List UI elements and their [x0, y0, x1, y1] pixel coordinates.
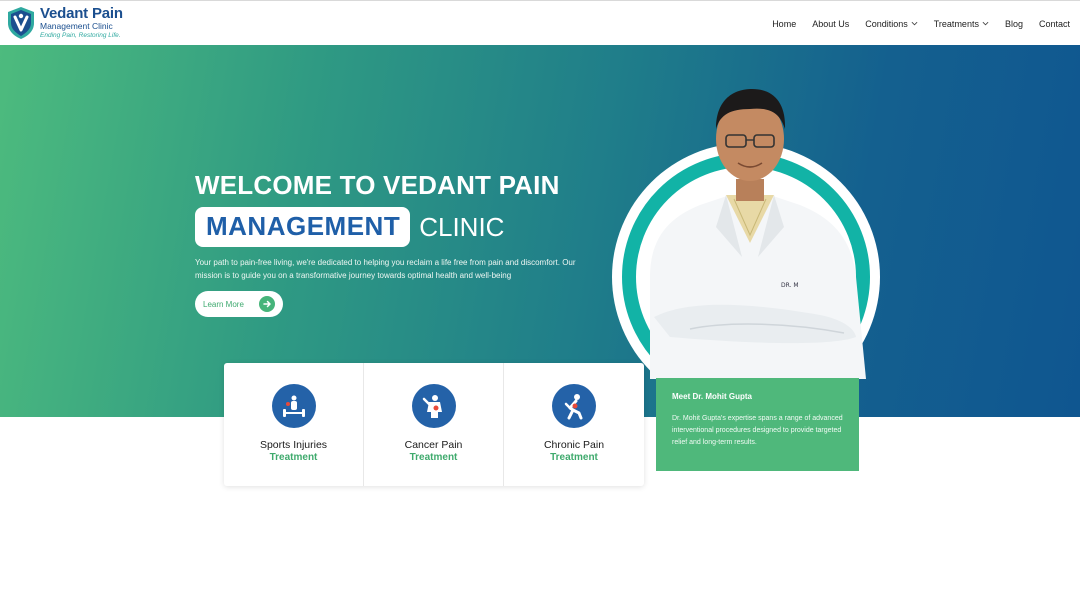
card-sports-injuries[interactable]: Sports Injuries Treatment: [224, 363, 364, 486]
card-title: Sports Injuries: [259, 439, 328, 451]
doctor-photo: DR. M: [650, 89, 866, 379]
card-cancer-pain[interactable]: Cancer Pain Treatment: [364, 363, 504, 486]
nav-home-label: Home: [772, 18, 797, 29]
learn-more-label: Learn More: [203, 299, 244, 309]
nav-blog-label: Blog: [1004, 18, 1023, 29]
hero-title-highlight: MANAGEMENT: [195, 207, 411, 247]
hero-title-line2: MANAGEMENT CLINIC: [195, 207, 504, 247]
hero-title: WELCOME TO VEDANT PAIN: [195, 170, 560, 200]
nav-contact[interactable]: Contact: [1039, 19, 1070, 29]
nav-about-us[interactable]: About Us: [812, 19, 849, 29]
logo-tagline: Ending Pain, Restoring Life.: [40, 31, 121, 39]
card-subtitle: Treatment: [269, 452, 318, 463]
logo-subtitle: Management Clinic: [40, 21, 113, 31]
sports-injury-icon: [271, 384, 316, 428]
meet-doctor-description: Dr. Mohit Gupta's expertise spans a rang…: [672, 415, 843, 446]
card-subtitle: Treatment: [550, 452, 598, 463]
chevron-down-icon: [911, 21, 918, 26]
chronic-pain-icon: [552, 384, 596, 428]
nav-treatments-label: Treatments: [933, 18, 979, 29]
arrow-right-icon: [259, 296, 275, 312]
main-nav: Home About Us Conditions Treatments Blog…: [756, 1, 1070, 46]
meet-doctor-title: Meet Dr. Mohit Gupta: [672, 392, 752, 401]
card-title: Cancer Pain: [404, 439, 463, 451]
hero-title-rest: CLINIC: [419, 211, 505, 242]
logo-shield-icon: [8, 7, 34, 39]
nav-blog[interactable]: Blog: [1005, 19, 1023, 29]
nav-treatments[interactable]: Treatments: [934, 19, 989, 29]
nav-contact-label: Contact: [1038, 18, 1070, 29]
card-title: Chronic Pain: [543, 439, 605, 451]
nav-home[interactable]: Home: [772, 19, 796, 29]
logo[interactable]: Vedant Pain Management Clinic Ending Pai…: [6, 6, 123, 40]
logo-title: Vedant Pain: [40, 5, 123, 22]
nav-conditions[interactable]: Conditions: [865, 19, 918, 29]
card-chronic-pain[interactable]: Chronic Pain Treatment: [504, 363, 644, 486]
meet-doctor-box: Meet Dr. Mohit Gupta Dr. Mohit Gupta's e…: [656, 378, 859, 471]
nav-conditions-label: Conditions: [865, 18, 908, 29]
card-subtitle: Treatment: [409, 452, 458, 463]
nav-about-label: About Us: [812, 18, 850, 29]
learn-more-button[interactable]: Learn More: [195, 291, 283, 317]
chevron-down-icon: [982, 21, 989, 26]
hero-section: WELCOME TO VEDANT PAIN MANAGEMENT CLINIC…: [0, 45, 1080, 417]
hero-description: Your path to pain-free living, we're ded…: [195, 258, 576, 280]
treatment-cards: Sports Injuries Treatment Cancer Pain Tr…: [224, 363, 644, 486]
cancer-pain-icon: [411, 384, 456, 428]
site-header: Vedant Pain Management Clinic Ending Pai…: [0, 0, 1080, 45]
coat-badge-text: DR. M: [781, 282, 799, 289]
